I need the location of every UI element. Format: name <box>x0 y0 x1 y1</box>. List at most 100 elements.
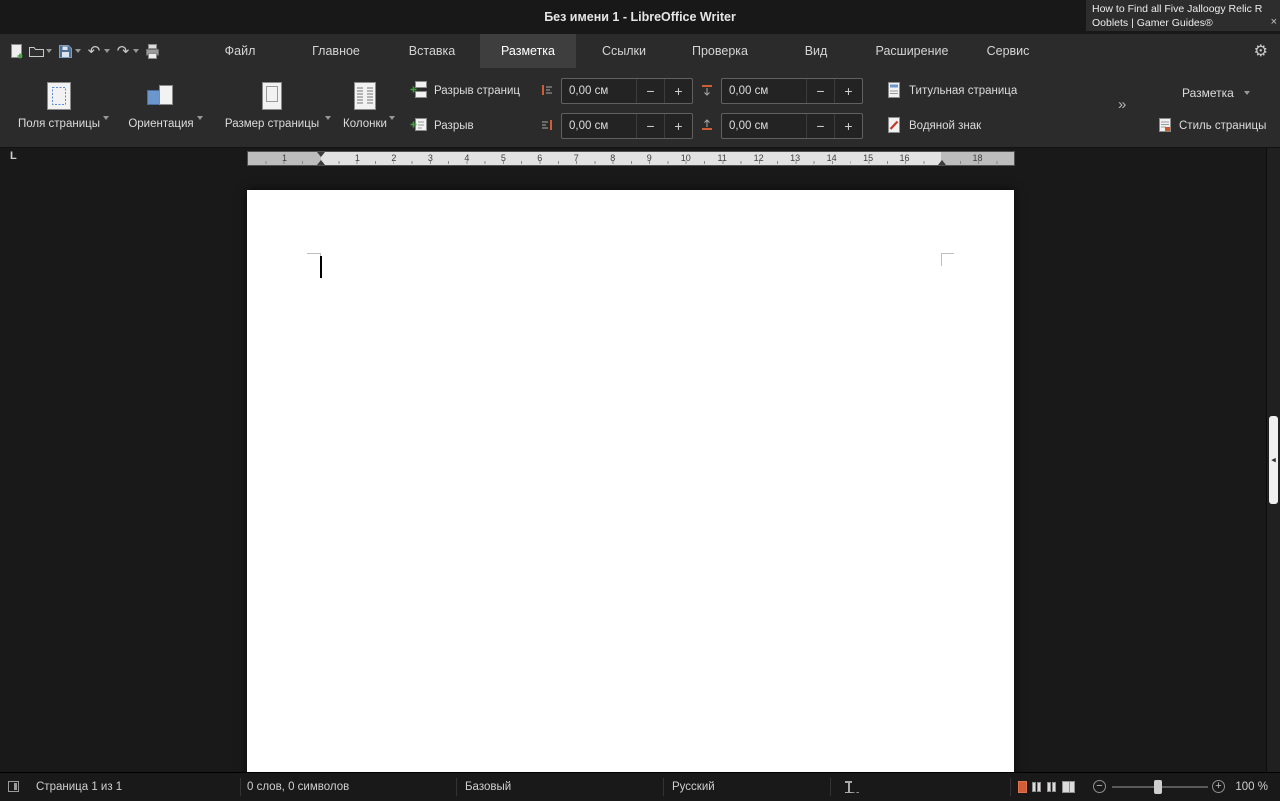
word-count[interactable]: 0 слов, 0 символов <box>247 773 349 801</box>
save-icon[interactable] <box>56 42 74 60</box>
indent-after-decrement-button[interactable]: − <box>636 114 664 138</box>
undo-dropdown-caret-icon[interactable] <box>104 49 110 53</box>
book-view-icon[interactable] <box>1062 781 1075 793</box>
spacing-below-field: − + <box>721 113 863 139</box>
toolbar-overflow-icon[interactable]: » <box>1118 96 1126 113</box>
tab-extension[interactable]: Расширение <box>864 34 960 68</box>
single-page-view-icon[interactable] <box>1018 781 1027 793</box>
indent-before-increment-button[interactable]: + <box>664 79 692 103</box>
page-break-button[interactable]: Разрыв страниц <box>410 78 520 104</box>
zoom-out-button[interactable]: − <box>1093 780 1106 793</box>
indent-marker-top-icon[interactable] <box>317 152 325 157</box>
title-page-button[interactable]: Титульная страница <box>886 78 1017 104</box>
page-break-icon <box>410 81 427 101</box>
indent-marker-left-icon[interactable] <box>317 160 325 165</box>
zoom-slider-thumb[interactable] <box>1154 780 1162 794</box>
notebookbar-mode-select[interactable]: Разметка <box>1182 81 1253 105</box>
tab-review[interactable]: Проверка <box>672 34 768 68</box>
document-page[interactable] <box>247 190 1014 773</box>
tab-references[interactable]: Ссылки <box>576 34 672 68</box>
notebookbar-mode-caret-icon <box>1243 91 1250 95</box>
tab-home[interactable]: Главное <box>288 34 384 68</box>
notification-line1: How to Find all Five Jalloogy Relic R <box>1092 3 1263 15</box>
statusbar-divider <box>830 778 831 796</box>
spacing-above-icon <box>700 83 714 100</box>
new-document-icon[interactable] <box>7 42 25 60</box>
break-icon <box>410 116 427 136</box>
watermark-button[interactable]: Водяной знак <box>886 113 981 139</box>
browser-notification-popup[interactable]: How to Find all Five Jalloogy Relic R Oo… <box>1086 0 1280 31</box>
sidebar-collapse-icon[interactable]: ◂ <box>1269 455 1278 464</box>
tab-tools[interactable]: Сервис <box>960 34 1056 68</box>
tab-layout[interactable]: Разметка <box>480 34 576 68</box>
page-margins-icon <box>6 74 112 118</box>
columns-icon <box>332 74 398 118</box>
page-margins-button[interactable]: Поля страницы <box>6 74 112 140</box>
indent-before-decrement-button[interactable]: − <box>636 79 664 103</box>
page-size-button[interactable]: Размер страницы <box>210 74 334 140</box>
spacing-below-icon <box>700 118 714 135</box>
indent-after-input[interactable] <box>562 114 636 138</box>
page-size-caret-icon[interactable] <box>325 116 331 120</box>
indent-after-increment-button[interactable]: + <box>664 114 692 138</box>
open-dropdown-caret-icon[interactable] <box>46 49 52 53</box>
indent-after-field: − + <box>561 113 693 139</box>
undo-icon[interactable]: ↶ <box>85 42 103 60</box>
page-count-icon <box>8 781 19 792</box>
indent-after-row: − + − + <box>540 113 863 139</box>
page-size-icon <box>210 74 334 118</box>
print-icon[interactable] <box>143 42 161 60</box>
indent-before-row: − + − + <box>540 78 863 104</box>
indent-after-icon <box>540 118 554 135</box>
watermark-icon <box>886 116 902 136</box>
vertical-scrollbar[interactable]: ◂ <box>1266 148 1280 773</box>
selection-mode-icon[interactable] <box>843 781 859 793</box>
spacing-above-increment-button[interactable]: + <box>834 79 862 103</box>
tab-view[interactable]: Вид <box>768 34 864 68</box>
scrollbar-thumb[interactable]: ◂ <box>1269 416 1278 504</box>
page-margins-caret-icon[interactable] <box>103 116 109 120</box>
orientation-caret-icon[interactable] <box>197 116 203 120</box>
open-file-icon[interactable] <box>27 42 45 60</box>
indent-before-field: − + <box>561 78 693 104</box>
page-style-button[interactable]: Стиль страницы <box>1158 113 1266 139</box>
redo-icon[interactable]: ↷ <box>114 42 132 60</box>
horizontal-ruler[interactable]: 1 1 2 3 4 5 6 7 8 9 10 11 12 13 14 15 16 18 <box>247 151 1015 166</box>
indent-marker-right-icon[interactable] <box>938 160 946 165</box>
tab-stop-type-selector[interactable]: L <box>10 150 17 162</box>
gear-icon[interactable]: ⚙ <box>1254 34 1268 68</box>
spacing-below-input[interactable] <box>722 114 806 138</box>
save-dropdown-caret-icon[interactable] <box>75 49 81 53</box>
notification-line2: Ooblets | Gamer Guides® <box>1092 17 1213 29</box>
tab-insert[interactable]: Вставка <box>384 34 480 68</box>
title-page-icon <box>886 81 902 101</box>
close-icon[interactable]: × <box>1271 15 1277 29</box>
spacing-below-increment-button[interactable]: + <box>834 114 862 138</box>
statusbar-divider <box>240 778 241 796</box>
spacing-above-decrement-button[interactable]: − <box>806 79 834 103</box>
multi-page-offset-view-icon[interactable] <box>1047 781 1057 793</box>
columns-caret-icon[interactable] <box>389 116 395 120</box>
redo-dropdown-caret-icon[interactable] <box>133 49 139 53</box>
spacing-above-input[interactable] <box>722 79 806 103</box>
indent-before-input[interactable] <box>562 79 636 103</box>
columns-button[interactable]: Колонки <box>332 74 398 140</box>
multi-page-view-icon[interactable] <box>1032 781 1042 793</box>
tab-file[interactable]: Файл <box>192 34 288 68</box>
document-area: L 1 1 2 3 4 5 6 7 8 9 10 11 12 13 14 15 16 18 ◂ <box>0 148 1280 773</box>
quick-toolbar: ↶ ↷ <box>6 34 162 68</box>
language-status[interactable]: Русский <box>672 773 715 801</box>
zoom-slider[interactable] <box>1112 773 1208 801</box>
zoom-level[interactable]: 100 % <box>1235 773 1268 801</box>
zoom-in-button[interactable]: + <box>1212 780 1225 793</box>
page-info[interactable]: Страница 1 из 1 <box>36 773 122 801</box>
status-bar: Страница 1 из 1 0 слов, 0 символов Базов… <box>0 772 1280 801</box>
break-button[interactable]: Разрыв <box>410 113 474 139</box>
spacing-below-decrement-button[interactable]: − <box>806 114 834 138</box>
page-style-status[interactable]: Базовый <box>465 773 511 801</box>
ruler-numbers: 1 1 2 3 4 5 6 7 8 9 10 11 12 13 14 15 16 18 <box>281 153 983 163</box>
view-layout-buttons <box>1018 781 1080 793</box>
statusbar-divider <box>456 778 457 796</box>
ribbon-tabs: Файл Главное Вставка Разметка Ссылки Про… <box>192 34 1056 68</box>
orientation-button[interactable]: Ориентация <box>116 74 206 140</box>
